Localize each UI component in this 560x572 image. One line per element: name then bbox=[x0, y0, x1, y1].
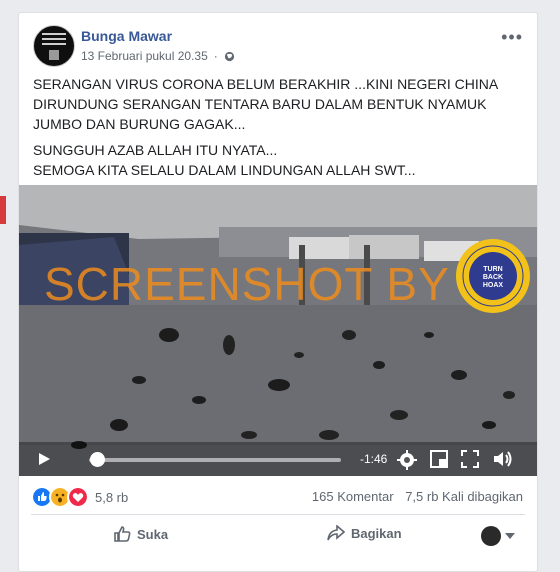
post-paragraph: SEMOGA KITA SELALU DALAM LINDUNGAN ALLAH… bbox=[33, 162, 416, 178]
left-page-edge bbox=[0, 0, 14, 560]
author-name[interactable]: Bunga Mawar bbox=[81, 28, 172, 44]
fullscreen-icon[interactable] bbox=[461, 450, 479, 468]
play-icon[interactable] bbox=[37, 452, 51, 466]
author-avatar[interactable] bbox=[33, 25, 75, 67]
like-button[interactable]: Suka bbox=[113, 525, 168, 543]
video-player[interactable]: SCREENSHOT BY TURN BACK HOAX -1:46 bbox=[19, 185, 537, 476]
share-button[interactable]: Bagikan bbox=[327, 525, 402, 541]
post-meta: 13 Februari pukul 20.35 · bbox=[81, 49, 235, 63]
facebook-post-card: Bunga Mawar 13 Februari pukul 20.35 · ••… bbox=[18, 12, 538, 572]
volume-icon[interactable] bbox=[493, 450, 513, 468]
video-progress-track[interactable] bbox=[89, 458, 341, 462]
thumbs-up-icon bbox=[114, 526, 131, 542]
post-paragraph: SUNGGUH AZAB ALLAH ITU NYATA... bbox=[33, 142, 278, 158]
share-label: Bagikan bbox=[351, 525, 402, 541]
post-stats: 165 Komentar 7,5 rb Kali dibagikan bbox=[304, 489, 523, 504]
comment-count-link[interactable]: 165 Komentar bbox=[312, 489, 394, 504]
svg-text:BACK: BACK bbox=[483, 274, 503, 281]
avatar-text-lines bbox=[42, 33, 66, 48]
picture-in-picture-icon[interactable] bbox=[430, 450, 448, 468]
share-count-link[interactable]: 7,5 rb Kali dibagikan bbox=[405, 489, 523, 504]
reaction-count: 5,8 rb bbox=[95, 489, 129, 505]
svg-text:TURN: TURN bbox=[483, 266, 502, 273]
time-remaining: -1:46 bbox=[360, 452, 388, 466]
post-actions: Suka Bagikan bbox=[19, 519, 537, 553]
love-reaction-icon bbox=[67, 486, 89, 508]
more-options-icon[interactable]: ••• bbox=[501, 27, 523, 48]
like-label: Suka bbox=[137, 526, 169, 542]
svg-text:HOAX: HOAX bbox=[483, 282, 504, 289]
left-edge-marker bbox=[0, 196, 6, 224]
share-as-selector[interactable] bbox=[481, 526, 515, 546]
chevron-down-icon bbox=[505, 533, 515, 539]
turnbackhoax-logo: TURN BACK HOAX bbox=[456, 239, 530, 313]
post-paragraph: SERANGAN VIRUS CORONA BELUM BERAKHIR ...… bbox=[33, 76, 498, 132]
share-arrow-icon bbox=[327, 525, 345, 541]
post-timestamp[interactable]: 13 Februari pukul 20.35 bbox=[81, 49, 208, 63]
current-user-avatar bbox=[481, 526, 501, 546]
settings-gear-icon[interactable] bbox=[397, 450, 417, 470]
watermark-text: SCREENSHOT BY bbox=[44, 258, 450, 310]
avatar-figure bbox=[49, 50, 59, 60]
video-frame bbox=[19, 185, 537, 476]
video-progress-handle[interactable] bbox=[89, 452, 105, 467]
footer-divider bbox=[31, 514, 525, 515]
globe-icon[interactable] bbox=[224, 51, 235, 62]
post-body: SERANGAN VIRUS CORONA BELUM BERAKHIR ...… bbox=[33, 74, 528, 186]
video-controls: -1:46 bbox=[19, 442, 537, 476]
reaction-summary[interactable]: 5,8 rb bbox=[31, 486, 128, 508]
